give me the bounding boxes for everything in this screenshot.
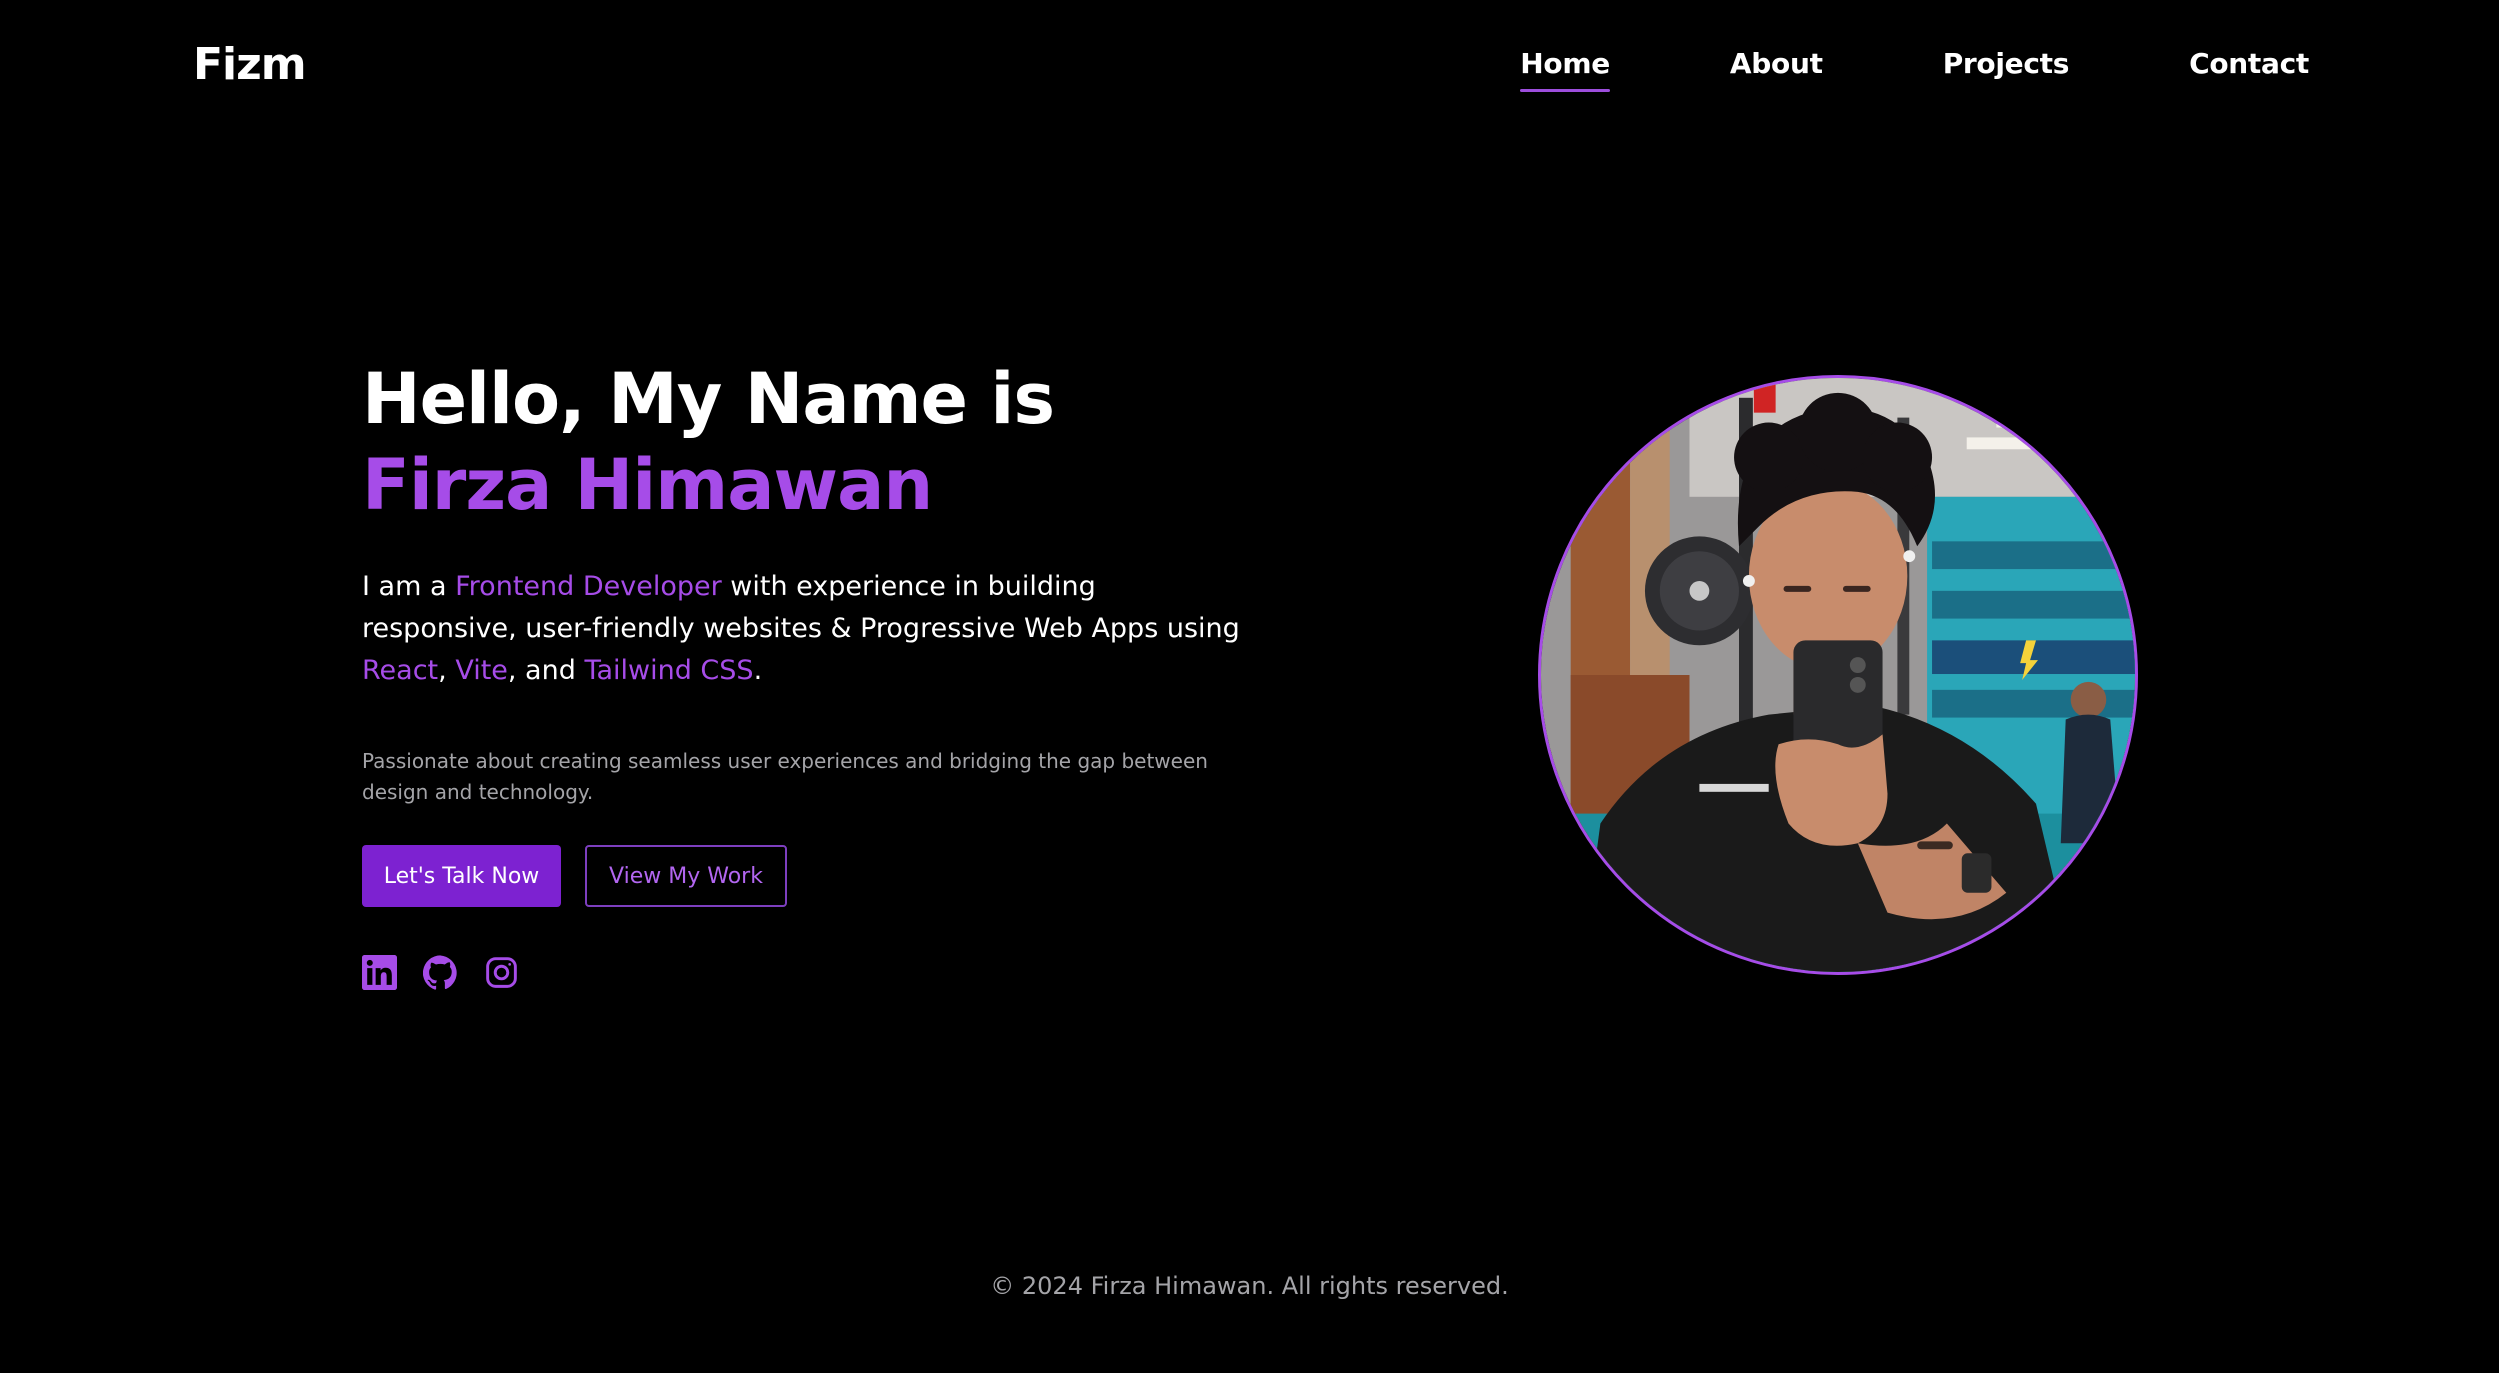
hero-buttons: Let's Talk Now View My Work — [362, 845, 787, 907]
intro-separator: , and — [507, 655, 585, 686]
social-links — [362, 955, 519, 990]
hero-name: Firza Himawan — [362, 444, 933, 526]
profile-photo — [1538, 375, 2138, 975]
main-nav: Home About Projects Contact — [1520, 44, 2309, 92]
instagram-icon[interactable] — [484, 955, 519, 990]
intro-text: I am a — [362, 571, 456, 602]
intro-tech-tailwind: Tailwind CSS — [584, 655, 754, 686]
github-icon[interactable] — [423, 955, 458, 990]
intro-role: Frontend Developer — [455, 571, 722, 602]
hero-greeting: Hello, My Name is — [362, 358, 1055, 440]
linkedin-icon[interactable] — [362, 955, 397, 990]
hero-section: Hello, My Name is Firza Himawan I am a F… — [362, 356, 1262, 828]
footer-copyright: © 2024 Firza Himawan. All rights reserve… — [990, 1272, 1509, 1300]
lets-talk-button[interactable]: Let's Talk Now — [362, 845, 561, 907]
hero-intro: I am a Frontend Developer with experienc… — [362, 566, 1242, 692]
nav-home[interactable]: Home — [1520, 44, 1610, 92]
hero-tagline: Passionate about creating seamless user … — [362, 749, 1208, 804]
nav-projects[interactable]: Projects — [1943, 44, 2070, 92]
nav-contact[interactable]: Contact — [2189, 44, 2309, 92]
view-work-button[interactable]: View My Work — [585, 845, 787, 907]
intro-tech-vite: Vite — [455, 655, 508, 686]
intro-separator: , — [438, 655, 456, 686]
intro-tech-react: React — [362, 655, 439, 686]
portfolio-page: Fizm Home About Projects Contact Hello, … — [0, 0, 2499, 1373]
intro-end: . — [753, 655, 763, 686]
site-logo[interactable]: Fizm — [193, 36, 307, 94]
nav-about[interactable]: About — [1730, 44, 1823, 92]
